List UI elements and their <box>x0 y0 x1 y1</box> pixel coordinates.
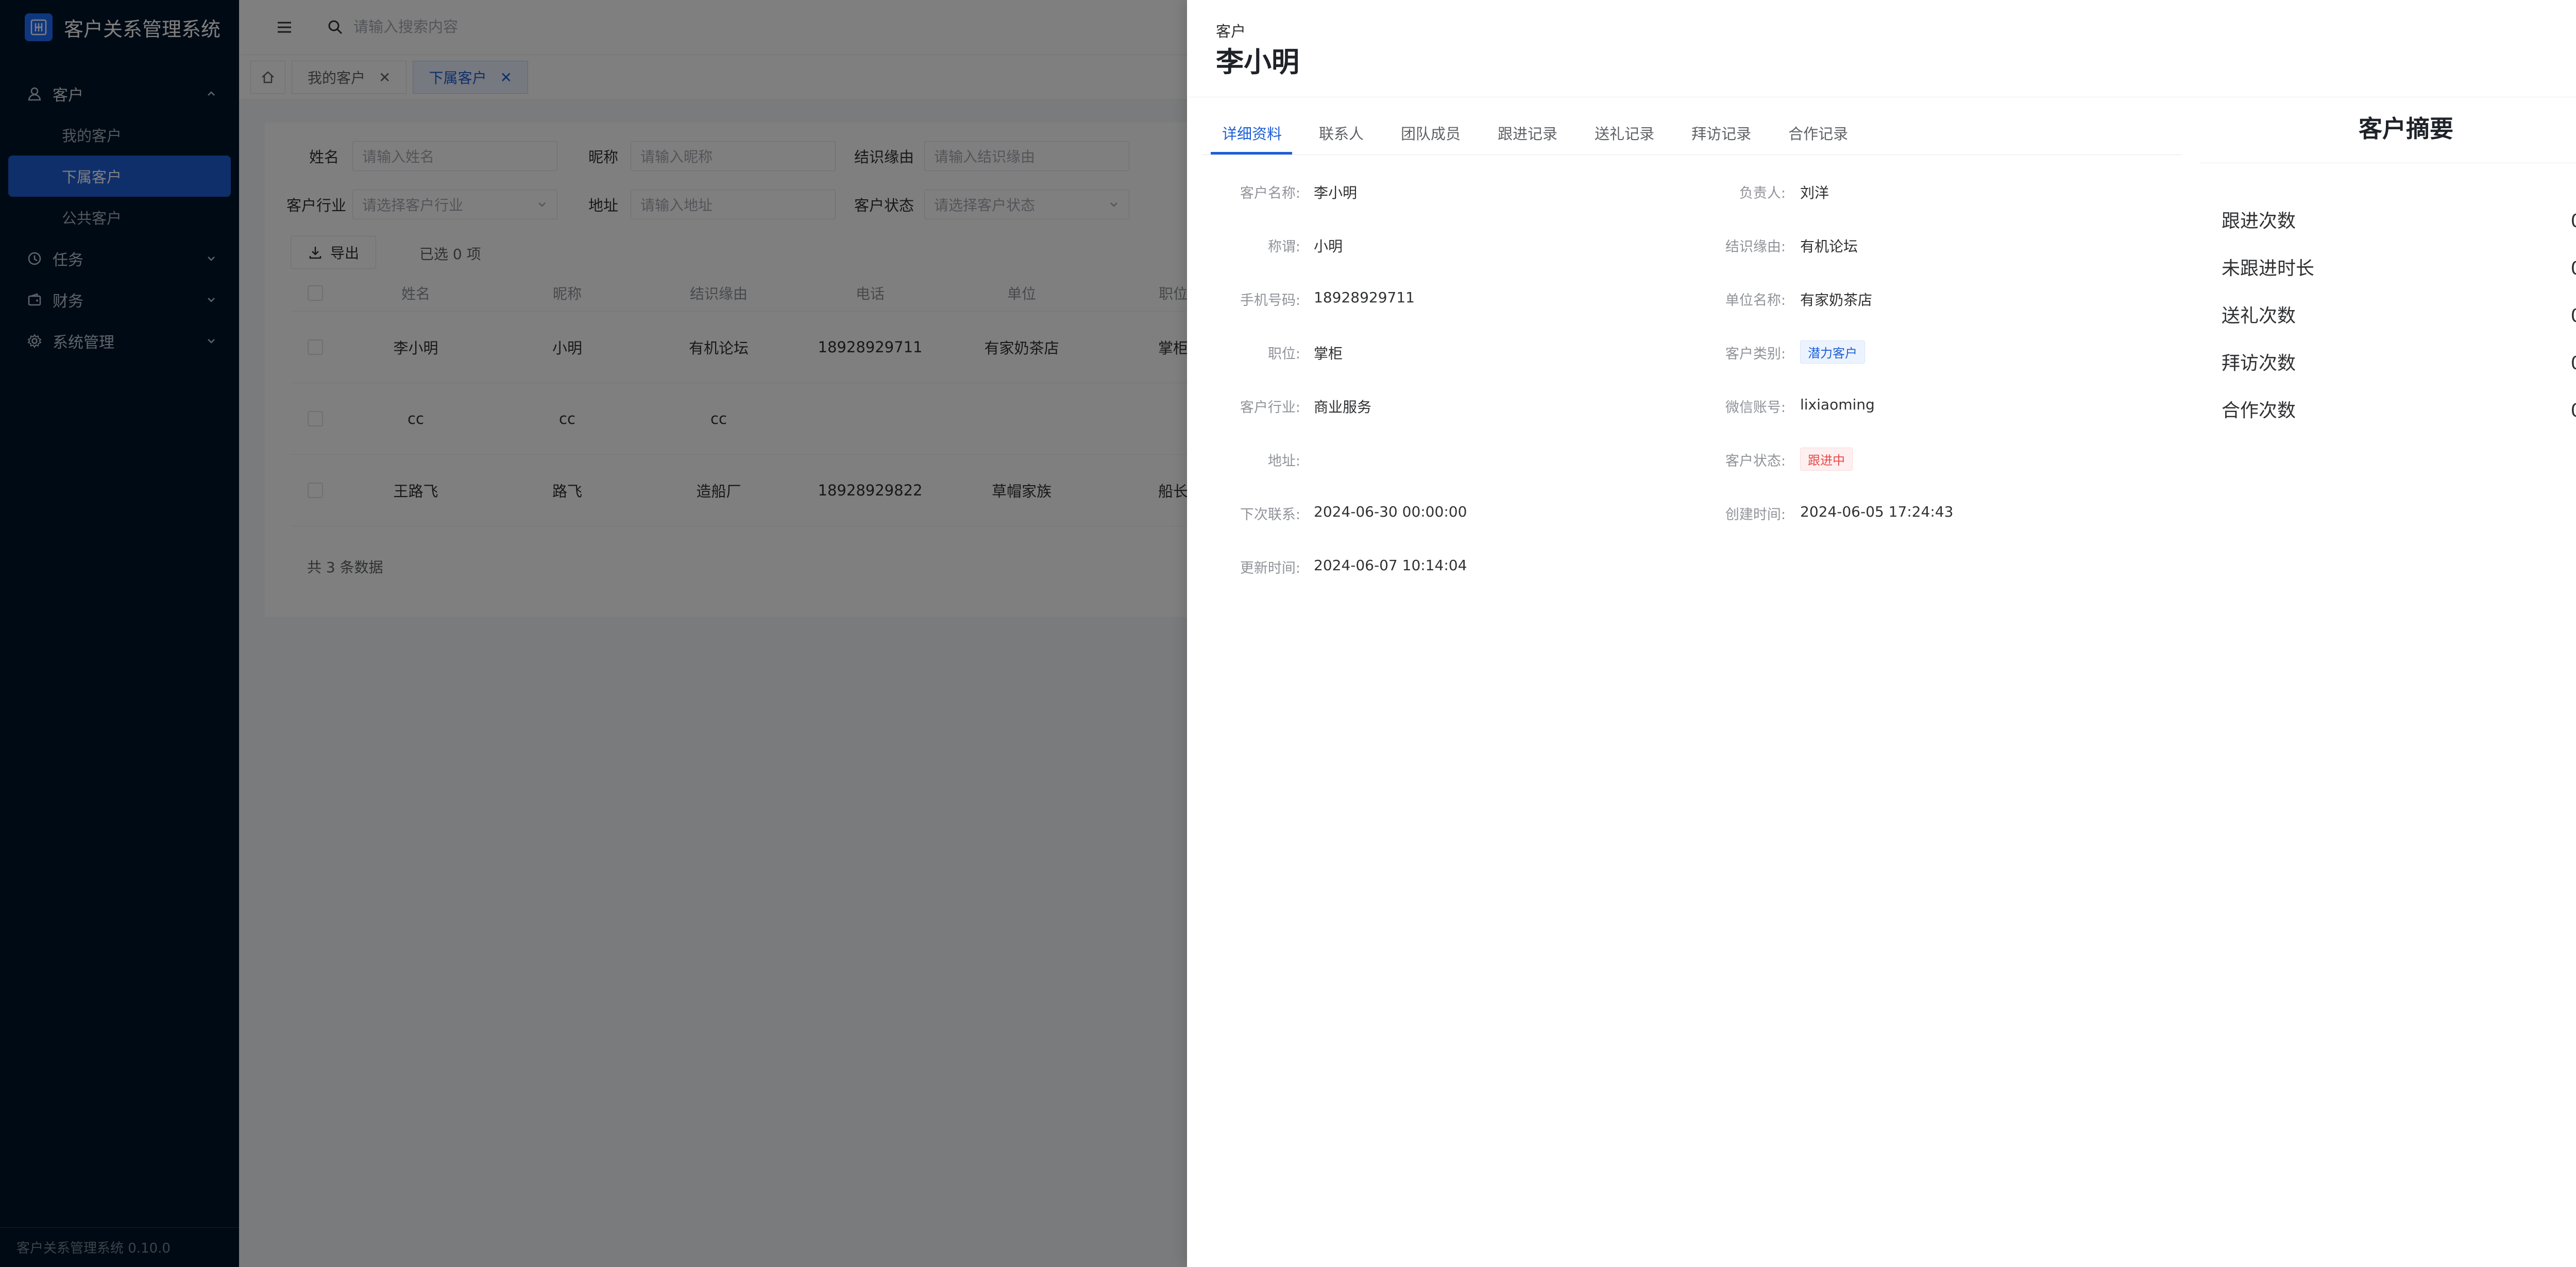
field-label: 微信账号: <box>1725 400 1786 416</box>
category-tag: 潜力客户 <box>1800 340 1865 364</box>
field-row: 手机号码: 18928929711 单位名称: 有家奶茶店 <box>1202 289 2181 310</box>
summary-row: 跟进次数 0 次 <box>2222 206 2576 235</box>
tab-team-members[interactable]: 团队成员 <box>1382 111 1479 155</box>
field-value-title: 小明 <box>1314 238 1343 255</box>
field-label: 创建时间: <box>1725 507 1786 523</box>
drawer-overlay[interactable] <box>0 0 1187 1267</box>
summary-label: 跟进次数 <box>2222 211 2296 232</box>
field-label: 职位: <box>1267 346 1300 362</box>
field-label: 负责人: <box>1739 185 1786 201</box>
field-value-updated: 2024-06-07 10:14:04 <box>1314 557 1467 574</box>
field-value-owner: 刘洋 <box>1800 184 1829 201</box>
field-label: 下次联系: <box>1240 507 1300 523</box>
field-value-reason: 有机论坛 <box>1800 238 1858 255</box>
tab-details[interactable]: 详细资料 <box>1202 111 1300 155</box>
field-label: 客户类别: <box>1725 346 1786 362</box>
summary-label: 未跟进时长 <box>2222 258 2315 279</box>
field-row: 地址: 客户状态: 跟进中 <box>1202 448 2181 471</box>
summary-row: 未跟进时长 0 天 <box>2222 253 2576 282</box>
drawer-type-label: 客户 <box>1216 23 1246 40</box>
field-value-created: 2024-06-05 17:24:43 <box>1800 503 1954 520</box>
summary-value: 0 次 <box>2571 396 2576 422</box>
summary-row: 送礼次数 0 次 <box>2222 301 2576 330</box>
summary-label: 合作次数 <box>2222 400 2296 421</box>
tab-visit-records[interactable]: 拜访记录 <box>1673 111 1770 155</box>
status-tag: 跟进中 <box>1800 448 1853 471</box>
field-value-next-contact: 2024-06-30 00:00:00 <box>1314 503 1467 520</box>
field-row: 更新时间: 2024-06-07 10:14:04 <box>1202 557 2181 577</box>
summary-label: 拜访次数 <box>2222 353 2296 374</box>
field-value-company: 有家奶茶店 <box>1800 292 1873 309</box>
field-label: 客户状态: <box>1725 453 1786 469</box>
summary-value: 0 天 <box>2571 253 2576 280</box>
summary-value: 0 次 <box>2571 206 2576 233</box>
field-row: 下次联系: 2024-06-30 00:00:00 创建时间: 2024-06-… <box>1202 503 2181 524</box>
field-label: 单位名称: <box>1725 293 1786 309</box>
summary-value: 0 次 <box>2571 348 2576 375</box>
field-value-status: 跟进中 <box>1800 448 1853 471</box>
field-row: 职位: 掌柜 客户类别: 潜力客户 <box>1202 340 2181 364</box>
field-label: 地址: <box>1267 453 1300 469</box>
field-label: 结识缘由: <box>1725 239 1786 255</box>
field-label: 手机号码: <box>1240 293 1300 309</box>
field-row: 称谓: 小明 结识缘由: 有机论坛 <box>1202 235 2181 256</box>
summary-row: 合作次数 0 次 <box>2222 396 2576 424</box>
tab-gift-records[interactable]: 送礼记录 <box>1576 111 1673 155</box>
field-label: 称谓: <box>1267 239 1300 255</box>
tab-cooperation-records[interactable]: 合作记录 <box>1770 111 1867 155</box>
field-value-industry: 商业服务 <box>1314 399 1372 416</box>
drawer-title: 李小明 <box>1216 46 1299 78</box>
field-row: 客户名称: 李小明 负责人: 刘洋 <box>1202 182 2181 202</box>
field-value-wechat: lixiaoming <box>1800 396 1875 413</box>
field-value-customer-name: 李小明 <box>1314 184 1358 201</box>
field-value-phone: 18928929711 <box>1314 289 1415 306</box>
field-value-position: 掌柜 <box>1314 345 1343 362</box>
detail-tabs: 详细资料 联系人 团队成员 跟进记录 送礼记录 拜访记录 合作记录 <box>1202 111 1867 155</box>
summary-title: 客户摘要 <box>2359 115 2453 143</box>
field-value-category: 潜力客户 <box>1800 340 1865 364</box>
field-label: 客户名称: <box>1240 185 1300 201</box>
summary-value: 0 次 <box>2571 301 2576 328</box>
field-label: 更新时间: <box>1240 560 1300 576</box>
summary-label: 送礼次数 <box>2222 305 2296 327</box>
tab-follow-up-records[interactable]: 跟进记录 <box>1479 111 1576 155</box>
customer-detail-drawer: 客户 李小明 × 详细资料 联系人 团队成员 跟进记录 送礼记录 拜访记录 合作… <box>1187 0 2576 1267</box>
summary-row: 拜访次数 0 次 <box>2222 348 2576 377</box>
field-label: 客户行业: <box>1240 400 1300 416</box>
tab-contacts[interactable]: 联系人 <box>1300 111 1382 155</box>
field-row: 客户行业: 商业服务 微信账号: lixiaoming <box>1202 396 2181 417</box>
